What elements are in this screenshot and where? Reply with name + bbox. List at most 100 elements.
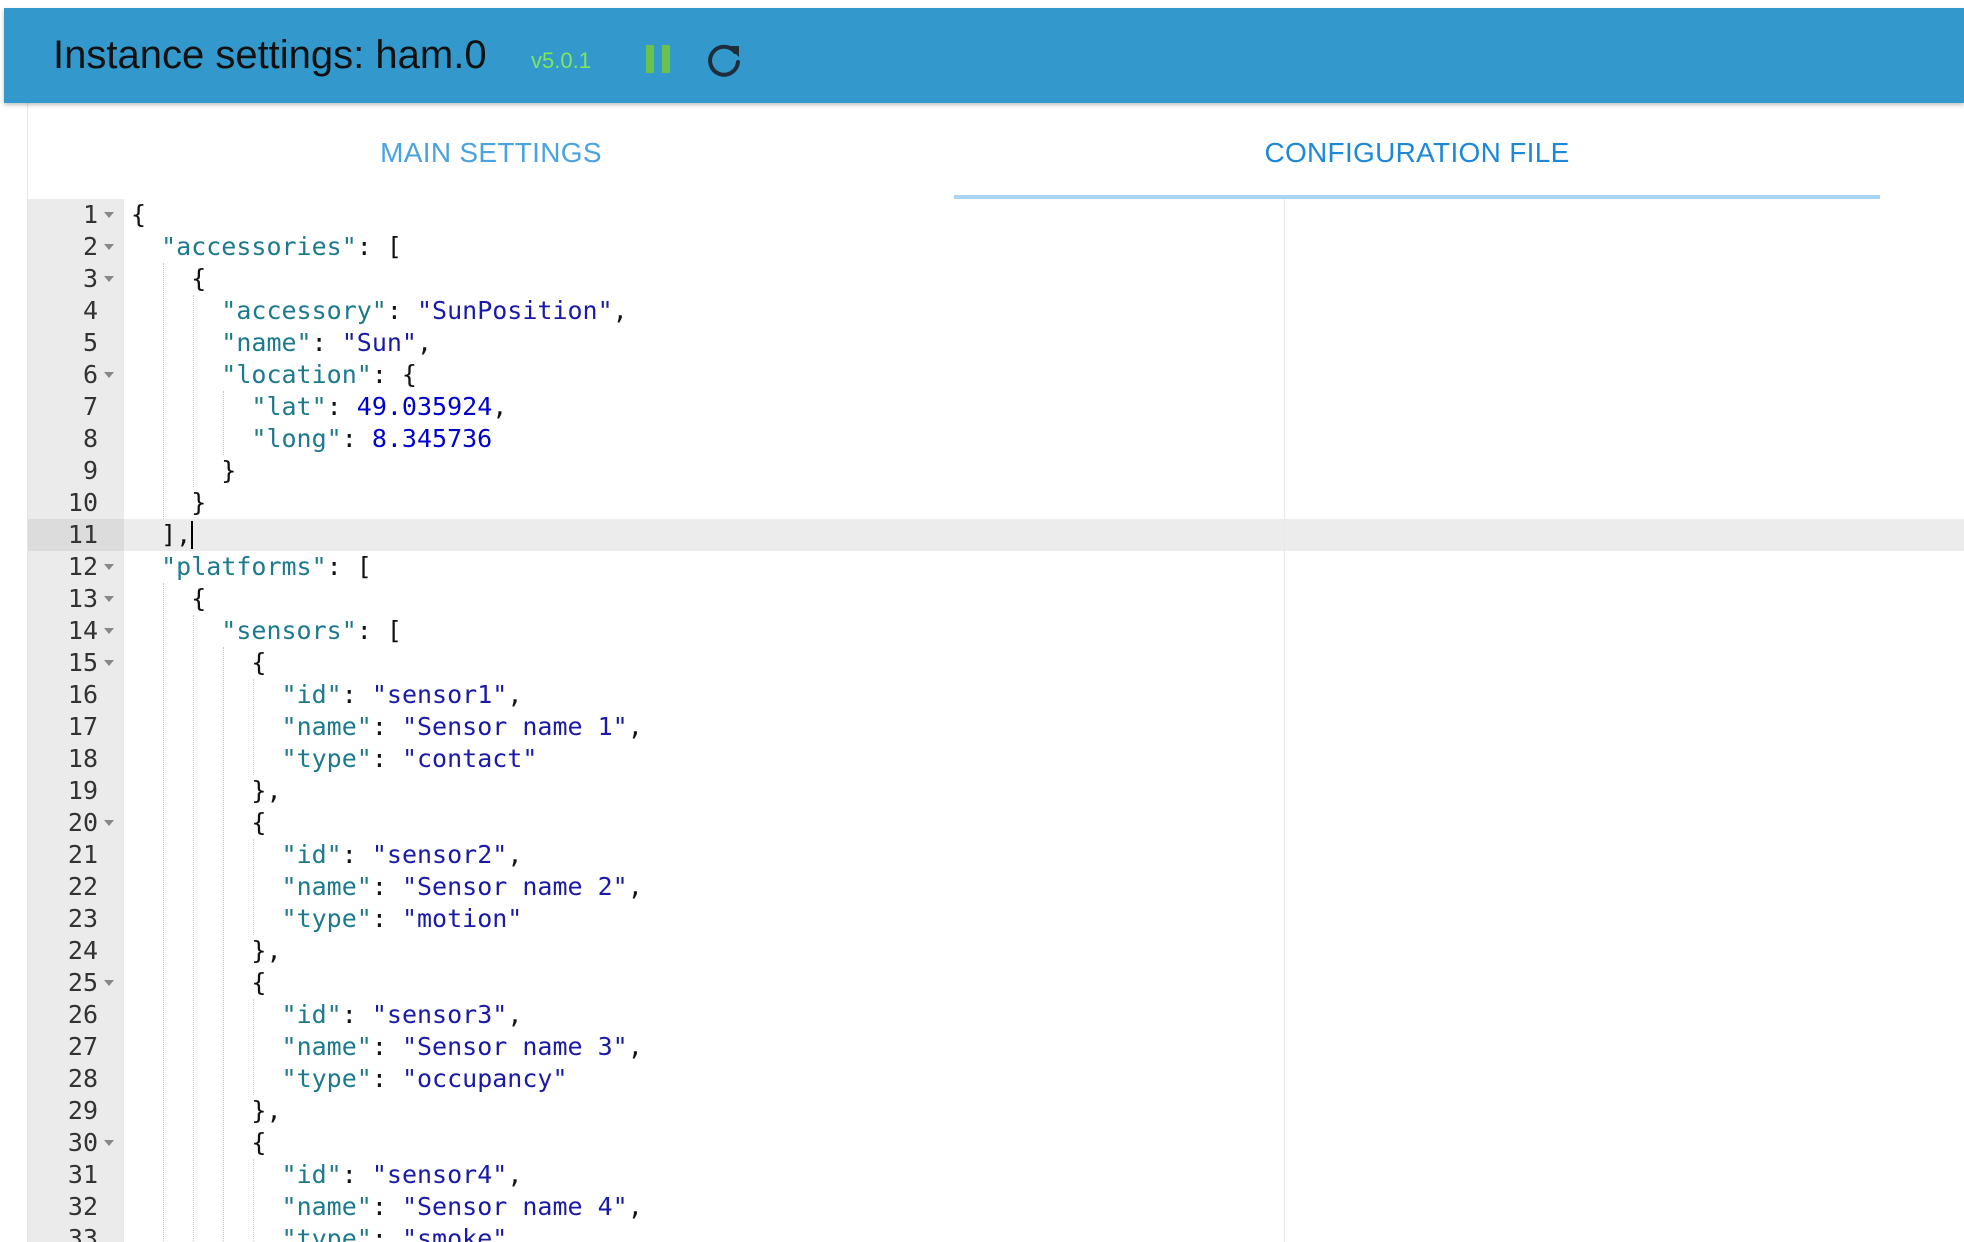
line-number: 10: [67, 488, 98, 517]
code-line[interactable]: 1{: [28, 199, 1964, 231]
json-string-value: "Sensor name 4": [401, 1192, 628, 1221]
json-punctuation: ,: [507, 840, 523, 869]
line-number: 16: [67, 680, 98, 709]
fold-arrow-icon[interactable]: [104, 276, 114, 282]
json-punctuation: ,: [507, 680, 523, 709]
json-punctuation: }: [191, 488, 207, 517]
code-line[interactable]: 33 "type": "smoke": [28, 1223, 1964, 1242]
code-line[interactable]: 17 "name": "Sensor name 1",: [28, 711, 1964, 743]
code-line[interactable]: 8 "long": 8.345736: [28, 423, 1964, 455]
code-line[interactable]: 29},: [28, 1095, 1964, 1127]
json-punctuation: :: [326, 392, 357, 421]
line-code: "accessory": "SunPosition",: [221, 295, 627, 327]
code-line[interactable]: 12 "platforms": [: [28, 551, 1964, 583]
json-key: "id": [281, 840, 342, 869]
code-line[interactable]: 13 {: [28, 583, 1964, 615]
code-line[interactable]: 26 "id": "sensor3",: [28, 999, 1964, 1031]
tab-configuration-file[interactable]: CONFIGURATION FILE: [954, 103, 1880, 199]
line-number: 11: [67, 520, 98, 549]
code-line[interactable]: 18 "type": "contact": [28, 743, 1964, 775]
fold-arrow-icon[interactable]: [104, 980, 114, 986]
json-punctuation: ,: [627, 712, 643, 741]
fold-arrow-icon[interactable]: [104, 660, 114, 666]
line-code: {: [131, 199, 146, 231]
line-code: {: [251, 967, 266, 999]
code-line[interactable]: 2 "accessories": [: [28, 231, 1964, 263]
code-line[interactable]: 27 "name": "Sensor name 3",: [28, 1031, 1964, 1063]
code-line[interactable]: 6 "location": {: [28, 359, 1964, 391]
json-punctuation: ,: [416, 328, 433, 357]
json-key: "platforms": [161, 552, 327, 581]
text-cursor: [191, 520, 194, 549]
code-line[interactable]: 25 {: [28, 967, 1964, 999]
line-code: "type": "smoke": [282, 1223, 508, 1242]
line-number: 17: [67, 712, 98, 741]
line-number: 27: [67, 1032, 98, 1061]
code-line[interactable]: 21 "id": "sensor2",: [28, 839, 1964, 871]
code-line[interactable]: 15 {: [28, 647, 1964, 679]
code-line[interactable]: 22 "name": "Sensor name 2",: [28, 871, 1964, 903]
code-line[interactable]: 30 {: [28, 1127, 1964, 1159]
code-line[interactable]: 16 "id": "sensor1",: [28, 679, 1964, 711]
json-key: "id": [281, 680, 342, 709]
json-punctuation: :: [311, 328, 342, 357]
code-line[interactable]: 4 "accessory": "SunPosition",: [28, 295, 1964, 327]
code-line[interactable]: 28 "type": "occupancy": [28, 1063, 1964, 1095]
json-punctuation: : {: [371, 360, 417, 389]
line-code: "name": "Sun",: [221, 327, 432, 359]
fold-arrow-icon[interactable]: [104, 564, 114, 570]
reload-icon[interactable]: [704, 40, 744, 80]
line-code: ],: [161, 519, 194, 551]
line-number: 25: [67, 968, 98, 997]
line-number: 32: [67, 1192, 98, 1221]
json-string-value: "Sensor name 3": [401, 1032, 628, 1061]
line-number: 18: [67, 744, 98, 773]
json-key: "accessories": [161, 232, 357, 261]
json-number-value: 49.035924: [356, 392, 493, 421]
code-line[interactable]: 5 "name": "Sun",: [28, 327, 1964, 359]
pause-icon[interactable]: [644, 42, 672, 76]
json-punctuation: :: [371, 1224, 402, 1242]
json-string-value: "Sensor name 1": [401, 712, 628, 741]
code-line[interactable]: 3{: [28, 263, 1964, 295]
code-line[interactable]: 20 {: [28, 807, 1964, 839]
fold-arrow-icon[interactable]: [104, 1140, 114, 1146]
code-line[interactable]: 23 "type": "motion": [28, 903, 1964, 935]
line-number: 28: [67, 1064, 98, 1093]
json-punctuation: :: [371, 712, 402, 741]
fold-arrow-icon[interactable]: [104, 628, 114, 634]
code-line[interactable]: 14 "sensors": [: [28, 615, 1964, 647]
code-line[interactable]: 31 "id": "sensor4",: [28, 1159, 1964, 1191]
tab-main-settings[interactable]: MAIN SETTINGS: [28, 103, 954, 199]
line-number: 23: [67, 904, 98, 933]
code-line[interactable]: 19},: [28, 775, 1964, 807]
fold-arrow-icon[interactable]: [104, 212, 114, 218]
json-punctuation: ,: [507, 1000, 523, 1029]
line-code: "platforms": [: [161, 551, 372, 583]
page-title: Instance settings: ham.0: [53, 33, 487, 77]
fold-arrow-icon[interactable]: [104, 596, 114, 602]
code-line[interactable]: 24},: [28, 935, 1964, 967]
json-punctuation: :: [371, 1032, 402, 1061]
code-line[interactable]: 7 "lat": 49.035924,: [28, 391, 1964, 423]
line-code: "type": "motion": [282, 903, 523, 935]
json-code-editor[interactable]: 1{2 "accessories": [3{4 "accessory": "SunP…: [28, 199, 1964, 1242]
code-line[interactable]: 9}: [28, 455, 1964, 487]
fold-arrow-icon[interactable]: [104, 372, 114, 378]
json-key: "id": [281, 1000, 342, 1029]
json-string-value: "Sun": [341, 328, 417, 357]
fold-arrow-icon[interactable]: [104, 820, 114, 826]
line-code: "name": "Sensor name 4",: [282, 1191, 643, 1223]
json-punctuation: :: [341, 1160, 372, 1189]
line-number: 21: [67, 840, 98, 869]
json-punctuation: :: [386, 296, 417, 325]
line-code: },: [251, 775, 281, 807]
code-line[interactable]: 32 "name": "Sensor name 4",: [28, 1191, 1964, 1223]
line-code: "name": "Sensor name 3",: [282, 1031, 643, 1063]
line-number: 29: [67, 1096, 98, 1125]
line-number: 20: [67, 808, 98, 837]
json-key: "name": [281, 872, 372, 901]
code-line[interactable]: 11],: [28, 519, 1964, 551]
fold-arrow-icon[interactable]: [104, 244, 114, 250]
code-line[interactable]: 10}: [28, 487, 1964, 519]
